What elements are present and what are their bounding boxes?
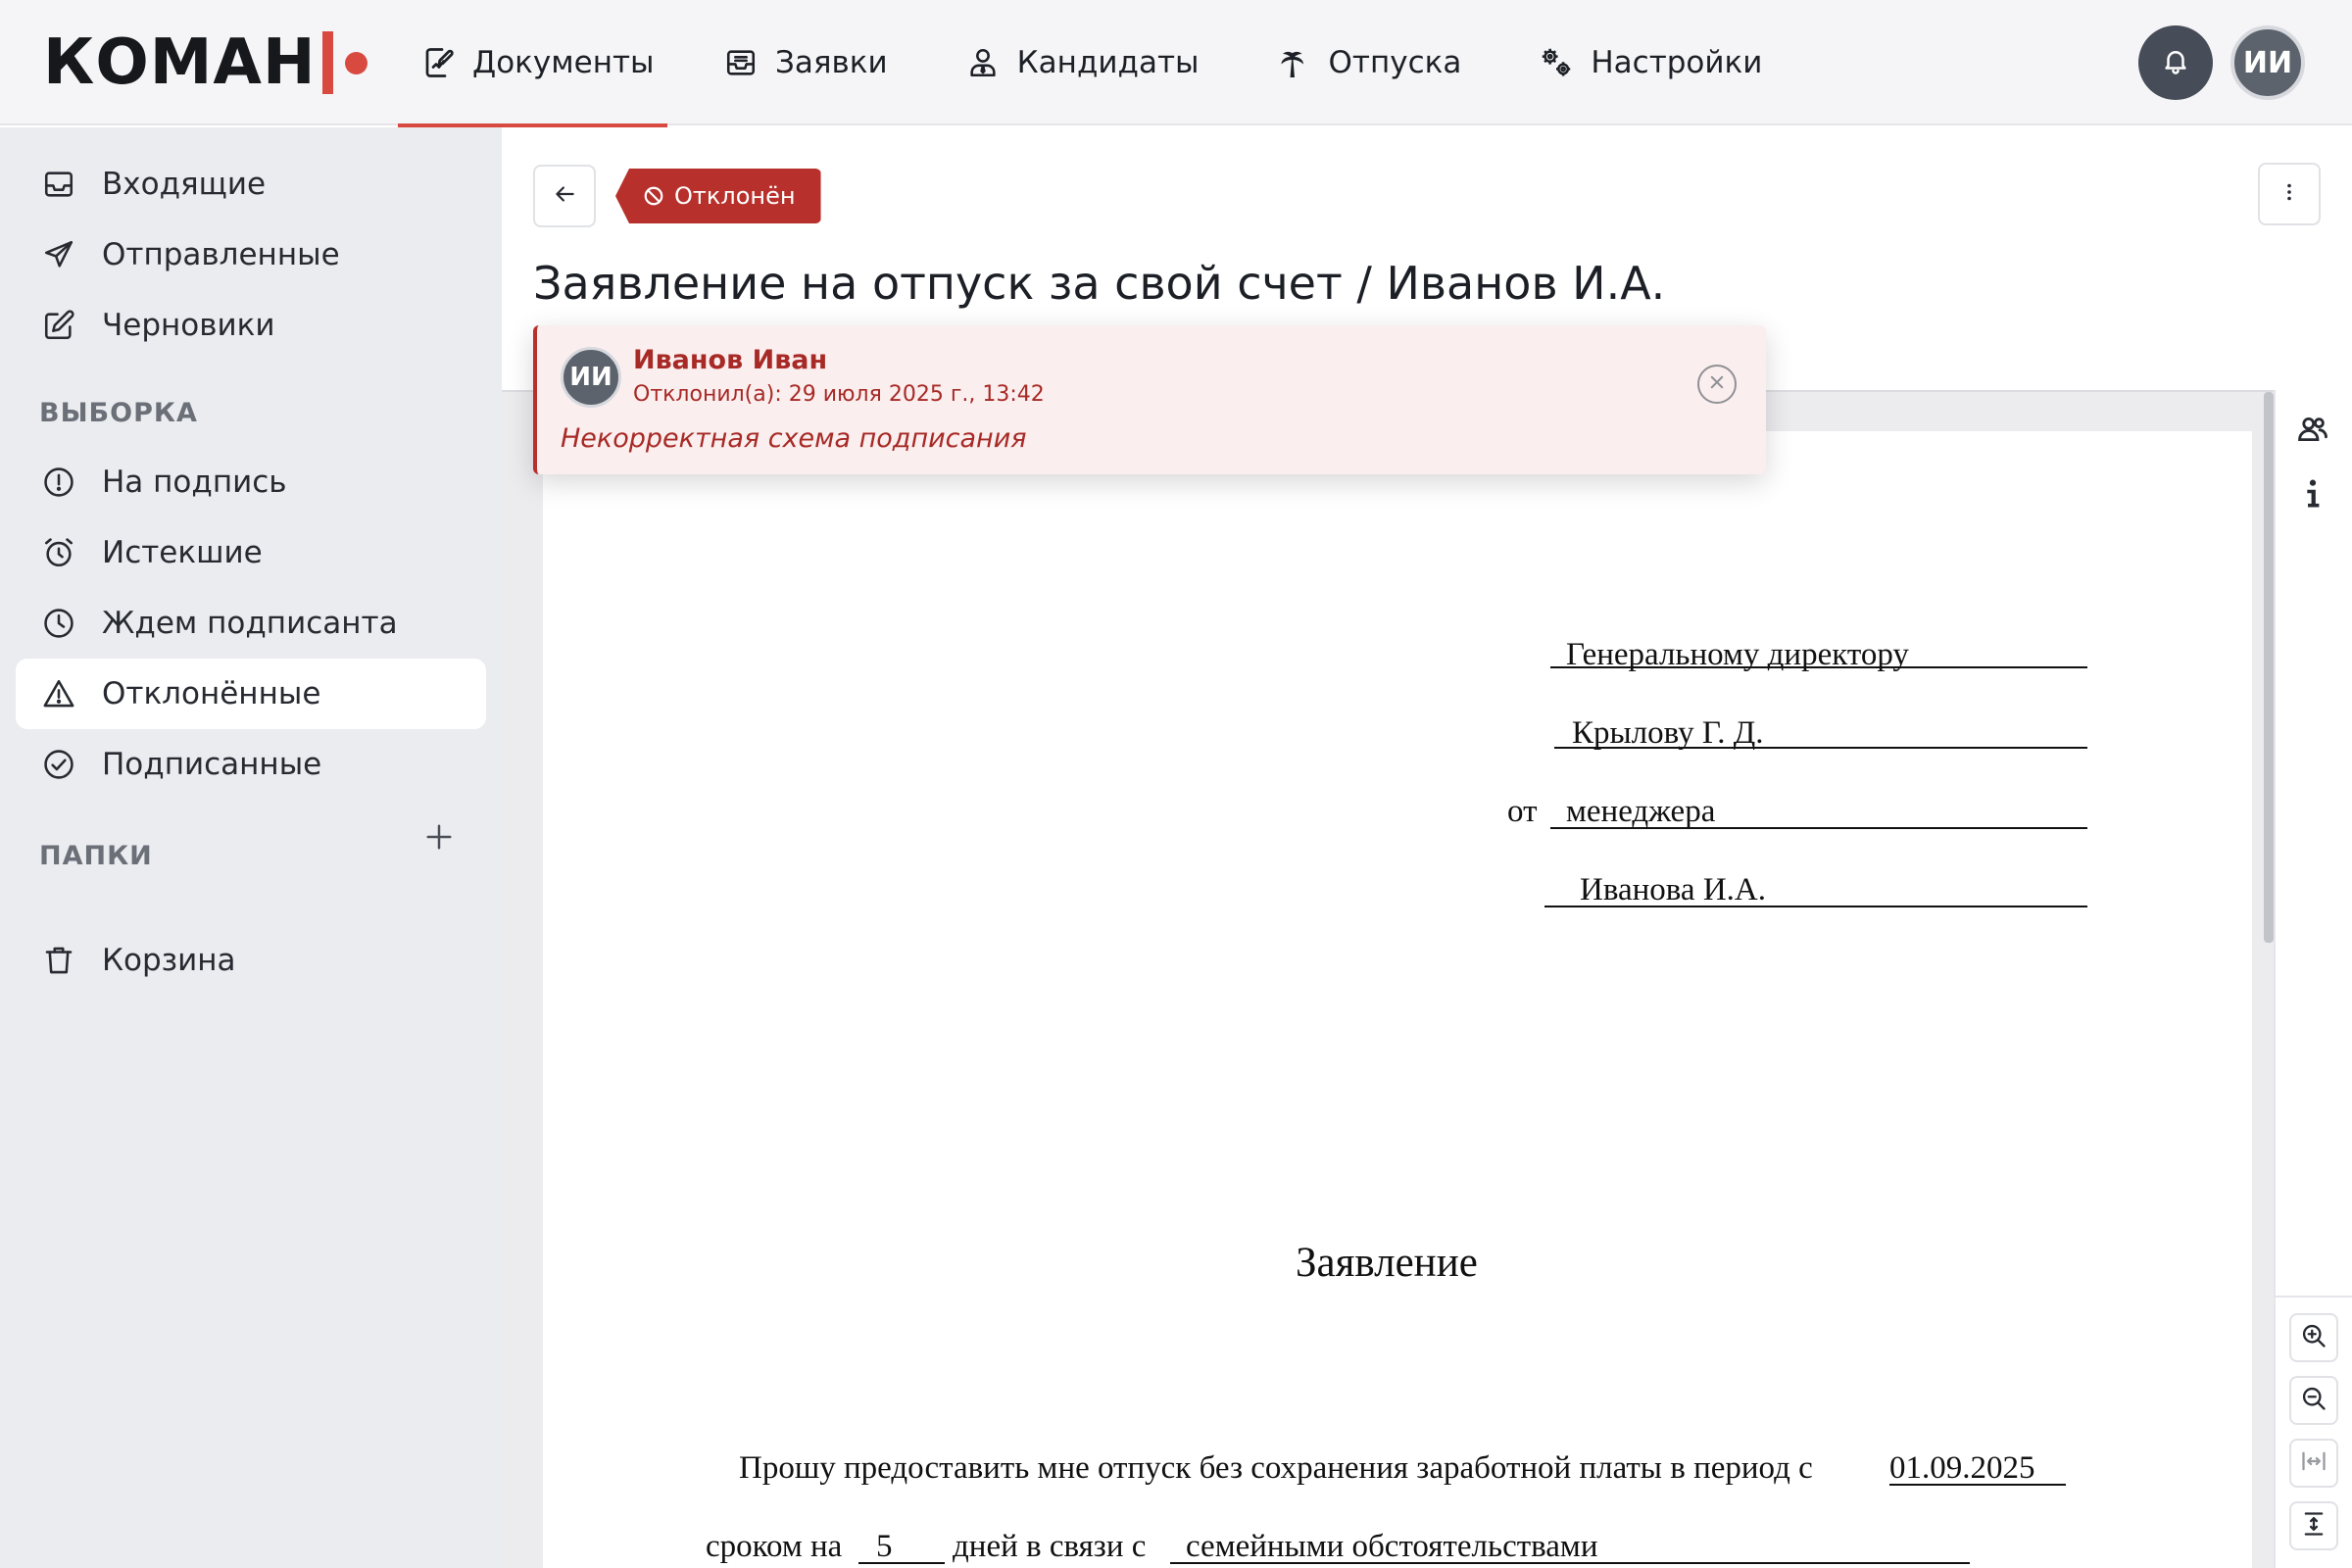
sidebar-item-label: Подписанные [102, 747, 322, 782]
status-badge: Отклонён [615, 169, 821, 223]
fit-height-icon [2300, 1510, 2328, 1542]
paper-plane-icon [41, 237, 76, 272]
addressee-line-2: Крылову Г. Д. [1572, 715, 1764, 751]
sidebar-item-to-sign[interactable]: На подпись [16, 447, 486, 517]
zoom-out-icon [2300, 1385, 2328, 1416]
rejection-notice: ИИ Иванов Иван Отклонил(а): 29 июля 2025… [533, 325, 1766, 474]
filter-heading: ВЫБОРКА [39, 398, 198, 428]
nav-label: Заявки [775, 45, 888, 80]
sidebar-item-rejected[interactable]: Отклонённые [16, 659, 486, 729]
sidebar-item-label: Отправленные [102, 237, 340, 272]
sidebar-item-signed[interactable]: Подписанные [16, 729, 486, 800]
rejection-comment: Некорректная схема подписания [561, 423, 1027, 454]
fit-height-button[interactable] [2289, 1501, 2338, 1550]
trash-icon [41, 943, 76, 978]
sidebar-item-trash[interactable]: Корзина [16, 925, 486, 996]
document-edit-icon [421, 44, 457, 81]
ban-icon [641, 183, 666, 209]
bell-icon [2161, 46, 2190, 79]
nav-tab-requests[interactable]: Заявки [695, 0, 911, 125]
page-title: Заявление на отпуск за свой счет / Ивано… [533, 257, 1666, 310]
body-line-2-middle: дней в связи с [953, 1529, 1147, 1564]
nav-label: Настройки [1591, 45, 1763, 80]
sidebar-item-label: Отклонённые [102, 676, 321, 711]
rejector-avatar: ИИ [561, 347, 621, 408]
notifications-button[interactable] [2138, 25, 2213, 100]
fit-width-button[interactable] [2289, 1439, 2338, 1488]
from-position: менеджера [1566, 794, 1716, 829]
nav-tab-candidates[interactable]: Кандидаты [937, 0, 1223, 125]
alarm-clock-icon [41, 535, 76, 570]
palm-tree-icon [1276, 44, 1313, 81]
arrow-left-icon [552, 181, 577, 211]
nav-label: Документы [472, 45, 655, 80]
nav-label: Отпуска [1328, 45, 1462, 80]
sidebar-item-inbox[interactable]: Входящие [16, 149, 486, 220]
zoom-out-button[interactable] [2289, 1376, 2338, 1425]
logo-text: КОМАН [43, 26, 317, 99]
nav-tab-settings[interactable]: Настройки [1510, 0, 1786, 125]
user-tie-icon [964, 44, 1002, 81]
warning-triangle-icon [41, 676, 76, 711]
edit-icon [41, 308, 76, 343]
main-nav: Документы Заявки Кандидаты Отпуска Настр… [398, 0, 1786, 127]
sidebar-item-expired[interactable]: Истекшие [16, 517, 486, 588]
body-line-1: Прошу предоставить мне отпуск без сохран… [739, 1450, 1813, 1486]
folders-heading: ПАПКИ [39, 841, 153, 871]
close-icon [1708, 373, 1726, 395]
users-icon [2296, 413, 2329, 450]
vacation-start-date: 01.09.2025 [1889, 1450, 2035, 1486]
underline [858, 1562, 945, 1564]
sidebar-item-label: На подпись [102, 465, 287, 500]
viewer-scrollbar[interactable] [2264, 392, 2274, 943]
info-button[interactable] [2291, 474, 2334, 517]
plus-icon [424, 822, 454, 856]
inbox-icon [41, 167, 76, 202]
sidebar-item-awaiting-signer[interactable]: Ждем подписанта [16, 588, 486, 659]
exclamation-circle-icon [41, 465, 76, 500]
check-circle-icon [41, 747, 76, 782]
close-notice-button[interactable] [1697, 365, 1737, 404]
zoom-in-icon [2300, 1322, 2328, 1353]
clock-icon [41, 606, 76, 641]
vacation-reason: семейными обстоятельствами [1186, 1529, 1598, 1564]
add-folder-button[interactable] [421, 821, 457, 857]
addressee-line-1: Генеральному директору [1566, 637, 1909, 672]
logo[interactable]: КОМАН [43, 24, 368, 102]
back-button[interactable] [533, 165, 596, 227]
more-vertical-icon [2278, 180, 2301, 208]
document-page: Генеральному директору Крылову Г. Д. от … [543, 431, 2252, 1568]
sidebar-item-sent[interactable]: Отправленные [16, 220, 486, 290]
rejection-timestamp: Отклонил(а): 29 июля 2025 г., 13:42 [633, 382, 1045, 407]
from-prefix: от [1507, 794, 1538, 829]
fit-width-icon [2300, 1447, 2328, 1479]
rejector-name: Иванов Иван [633, 345, 828, 375]
info-icon [2298, 477, 2328, 514]
nav-tab-documents[interactable]: Документы [398, 0, 667, 127]
logo-dot [344, 51, 368, 74]
gears-icon [1538, 44, 1575, 81]
logo-bar [321, 31, 333, 94]
inbox-tray-icon [722, 44, 760, 81]
sidebar-item-drafts[interactable]: Черновики [16, 290, 486, 361]
sidebar-item-label: Истекшие [102, 535, 263, 570]
status-label: Отклонён [674, 182, 796, 210]
vacation-days: 5 [876, 1529, 893, 1564]
nav-tab-vacations[interactable]: Отпуска [1249, 0, 1486, 125]
nav-label: Кандидаты [1016, 45, 1200, 80]
body-line-2-prefix: сроком на [706, 1529, 843, 1564]
more-actions-button[interactable] [2258, 163, 2321, 225]
zoom-in-button[interactable] [2289, 1313, 2338, 1362]
top-bar: КОМАН Документы Заявки Кандидаты Отпуска… [0, 0, 2352, 127]
document-heading: Заявление [1296, 1240, 1478, 1286]
sidebar-item-label: Ждем подписанта [102, 606, 398, 641]
signers-button[interactable] [2291, 410, 2334, 453]
toolbar-divider [2274, 1296, 2352, 1298]
from-name: Иванова И.А. [1580, 872, 1766, 907]
sidebar-item-label: Корзина [102, 943, 236, 978]
user-avatar[interactable]: ИИ [2230, 25, 2305, 100]
sidebar-item-label: Черновики [102, 308, 275, 343]
sidebar-item-label: Входящие [102, 167, 267, 202]
